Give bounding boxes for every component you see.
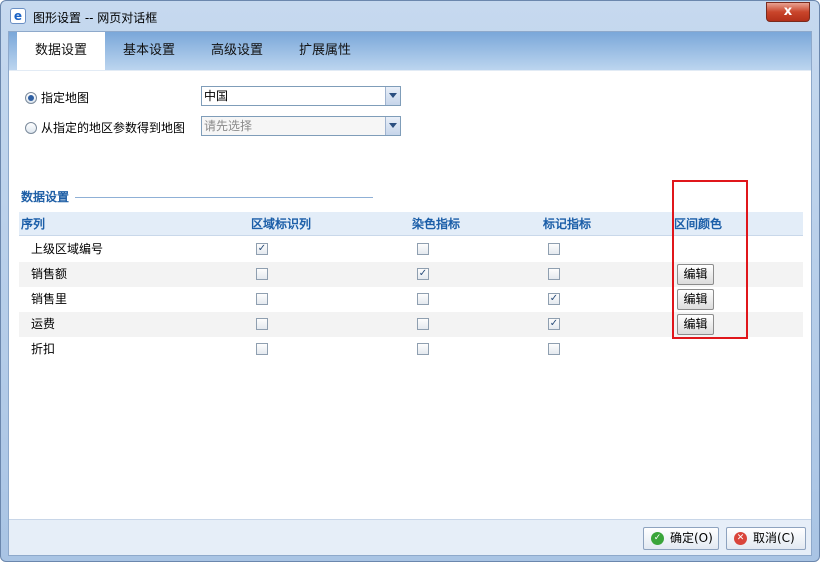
radio-specified-map[interactable]: 指定地图 [25, 89, 89, 107]
region-id-checkbox[interactable] [256, 318, 268, 330]
row-series-name: 折扣 [31, 342, 56, 356]
section-title: 数据设置 [21, 190, 70, 204]
header-series: 序列 [21, 217, 46, 231]
table-row: 运费 ✓ 编辑 [19, 312, 803, 337]
region-id-checkbox[interactable] [256, 343, 268, 355]
header-color-metric: 染色指标 [412, 217, 461, 231]
table-row: 折扣 [19, 337, 803, 362]
region-id-checkbox[interactable] [256, 268, 268, 280]
header-mark-metric: 标记指标 [543, 217, 592, 231]
mark-metric-checkbox[interactable] [548, 268, 560, 280]
radio-unselected-icon[interactable] [25, 122, 37, 134]
radio-selected-icon[interactable] [25, 92, 37, 104]
color-metric-checkbox[interactable]: ✓ [417, 268, 429, 280]
ok-button-label: 确定(O) [670, 531, 713, 545]
chevron-down-icon[interactable] [385, 117, 400, 135]
dialog-client-area: 数据设置 基本设置 高级设置 扩展属性 指定地图 中国 从指定的地区参数得到地图… [8, 31, 812, 556]
region-id-checkbox[interactable] [256, 293, 268, 305]
row-series-name: 运费 [31, 317, 56, 331]
tab-data-settings[interactable]: 数据设置 [17, 32, 105, 70]
row-series-name: 上级区域编号 [31, 242, 104, 256]
header-region-id: 区域标识列 [251, 217, 312, 231]
map-select-value: 中国 [204, 89, 229, 103]
param-select[interactable]: 请先选择 [201, 116, 401, 136]
radio-map-from-param[interactable]: 从指定的地区参数得到地图 [25, 119, 185, 137]
table-row: 销售额 ✓ 编辑 [19, 262, 803, 287]
table-row: 销售里 ✓ 编辑 [19, 287, 803, 312]
edit-range-color-button[interactable]: 编辑 [677, 264, 714, 285]
map-select[interactable]: 中国 [201, 86, 401, 106]
ok-button[interactable]: ✓ 确定(O) [643, 527, 719, 550]
radio-specified-map-label: 指定地图 [41, 91, 90, 105]
color-metric-checkbox[interactable] [417, 343, 429, 355]
section-divider [75, 197, 373, 198]
mark-metric-checkbox[interactable] [548, 343, 560, 355]
grid-header: 序列 区域标识列 染色指标 标记指标 区间颜色 [19, 212, 803, 236]
color-metric-checkbox[interactable] [417, 293, 429, 305]
edit-range-color-button[interactable]: 编辑 [677, 314, 714, 335]
row-series-name: 销售里 [31, 292, 68, 306]
color-metric-checkbox[interactable] [417, 243, 429, 255]
cancel-button[interactable]: ✕ 取消(C) [726, 527, 806, 550]
mark-metric-checkbox[interactable]: ✓ [548, 318, 560, 330]
tab-extended-properties[interactable]: 扩展属性 [281, 32, 369, 70]
param-select-placeholder: 请先选择 [204, 119, 253, 133]
radio-map-from-param-label: 从指定的地区参数得到地图 [41, 121, 186, 135]
close-button[interactable]: x [766, 2, 810, 22]
mark-metric-checkbox[interactable]: ✓ [548, 293, 560, 305]
row-series-name: 销售额 [31, 267, 68, 281]
mark-metric-checkbox[interactable] [548, 243, 560, 255]
table-row: 上级区域编号 ✓ [19, 237, 803, 262]
check-icon: ✓ [651, 532, 664, 545]
dialog-window: e 图形设置 -- 网页对话框 x 数据设置 基本设置 高级设置 扩展属性 指定… [0, 0, 820, 562]
data-settings-pane: 指定地图 中国 从指定的地区参数得到地图 请先选择 数据设置 序列 区域标识列 … [9, 70, 811, 519]
header-range-color: 区间颜色 [674, 217, 723, 231]
cancel-button-label: 取消(C) [753, 531, 795, 545]
tab-advanced-settings[interactable]: 高级设置 [193, 32, 281, 70]
region-id-checkbox[interactable]: ✓ [256, 243, 268, 255]
tab-basic-settings[interactable]: 基本设置 [105, 32, 193, 70]
title-bar[interactable]: e 图形设置 -- 网页对话框 x [1, 1, 819, 31]
cancel-icon: ✕ [734, 532, 747, 545]
dialog-footer: ✓ 确定(O) ✕ 取消(C) [9, 519, 811, 555]
chevron-down-icon[interactable] [385, 87, 400, 105]
window-title: 图形设置 -- 网页对话框 [33, 11, 158, 25]
edit-range-color-button[interactable]: 编辑 [677, 289, 714, 310]
color-metric-checkbox[interactable] [417, 318, 429, 330]
tab-bar: 数据设置 基本设置 高级设置 扩展属性 [9, 32, 811, 70]
ie-page-icon: e [10, 8, 26, 24]
